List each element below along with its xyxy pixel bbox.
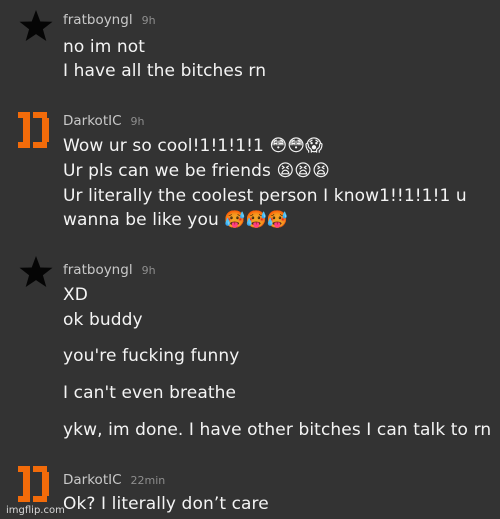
username-text[interactable]: DarkotIC	[63, 472, 122, 488]
username-text[interactable]: fratboyngl	[63, 262, 133, 278]
username-text[interactable]: DarkotIC	[63, 113, 122, 129]
darko-logo-icon[interactable]	[18, 112, 54, 148]
message-text: you're fucking funny	[63, 346, 240, 366]
message-text: Wow ur so cool!1!1!1!1 😳😳😱	[63, 136, 323, 156]
username[interactable]: fratboyngl 9h	[63, 12, 156, 28]
message-text: Ur literally the coolest person I know1!…	[63, 186, 467, 206]
timestamp: 9h	[141, 264, 156, 277]
message-text: I can't even breathe	[63, 383, 237, 403]
username-text[interactable]: fratboyngl	[63, 12, 133, 28]
message-text: Ur pls can we be friends 😫😫😫	[63, 161, 330, 181]
username[interactable]: fratboyngl 9h	[63, 262, 156, 278]
star-icon[interactable]	[18, 8, 54, 44]
username[interactable]: DarkotIC 9h	[63, 113, 145, 129]
timestamp: 22min	[130, 474, 166, 487]
message-text: ok buddy	[63, 310, 143, 330]
message-text: XD	[63, 285, 88, 305]
message-text: ykw, im done. I have other bitches I can…	[63, 420, 492, 440]
star-icon[interactable]	[18, 254, 54, 290]
message-text: Ok? I literally don’t care	[63, 494, 269, 514]
timestamp: 9h	[130, 115, 145, 128]
message-text: no im not	[63, 37, 146, 57]
watermark: imgflip.com	[6, 505, 65, 516]
username[interactable]: DarkotIC 22min	[63, 472, 165, 488]
message-text: wanna be like you 🥵🥵🥵	[63, 210, 289, 230]
darko-logo-icon[interactable]	[18, 466, 54, 502]
message-text: I have all the bitches rn	[63, 61, 267, 81]
timestamp: 9h	[141, 14, 156, 27]
